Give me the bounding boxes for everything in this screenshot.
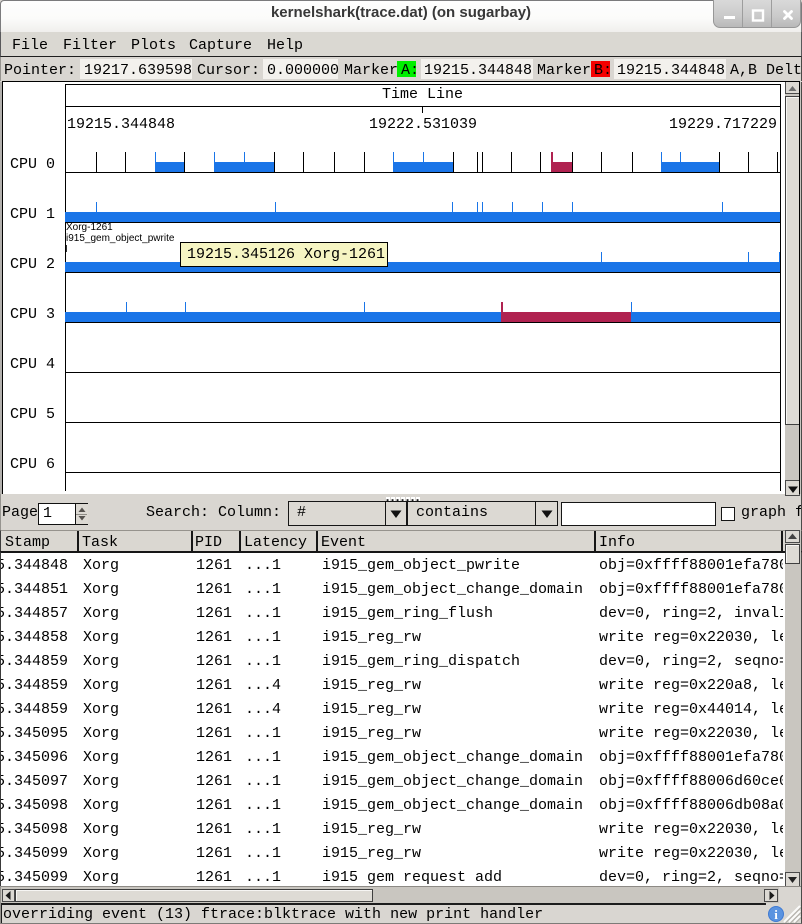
svg-text:i: i xyxy=(774,907,778,922)
